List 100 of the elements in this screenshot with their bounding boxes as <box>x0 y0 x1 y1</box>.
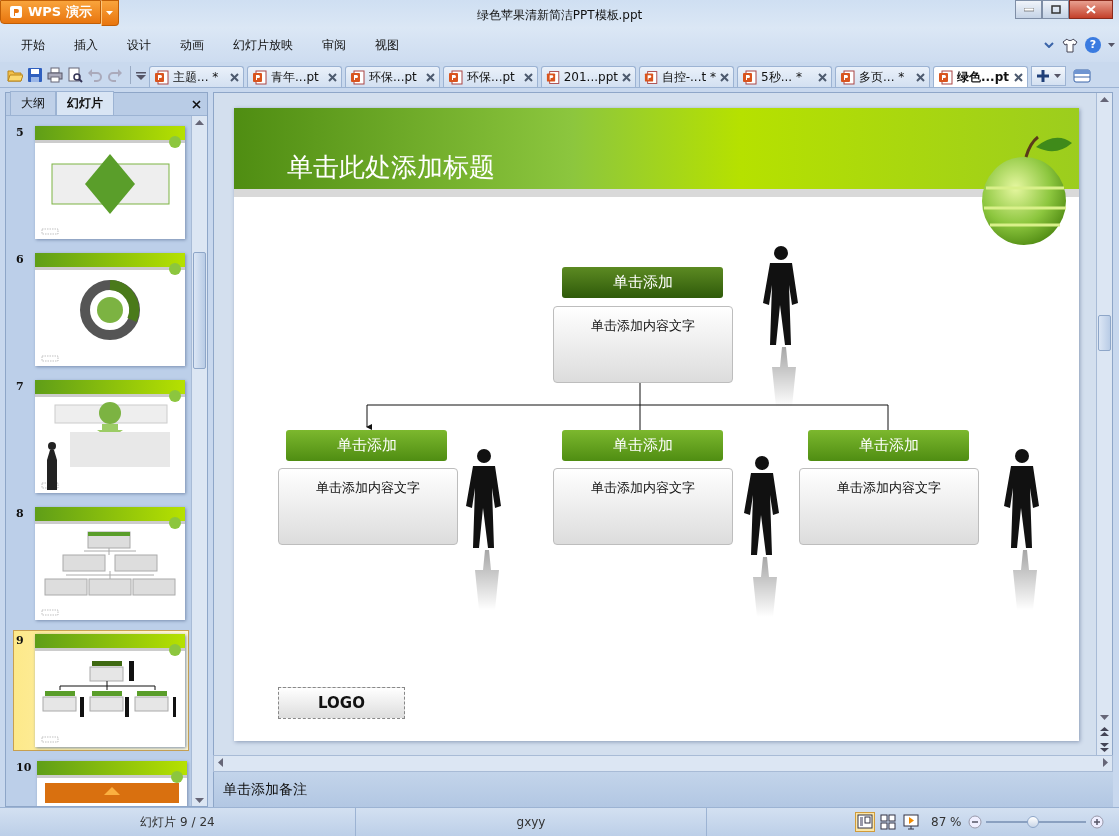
slide-thumbnail-item[interactable]: 5 <box>13 122 189 243</box>
node-text-box[interactable]: 单击添加内容文字 <box>278 468 458 545</box>
notes-field[interactable]: 单击添加备注 <box>214 780 307 799</box>
right-arrow-icon <box>1103 757 1108 767</box>
horizontal-scrollbar[interactable] <box>213 755 1113 772</box>
document-tab[interactable]: 5秒... * <box>737 66 832 87</box>
close-icon[interactable] <box>192 100 201 109</box>
close-icon[interactable] <box>818 72 827 82</box>
print-preview-icon[interactable] <box>67 67 83 83</box>
slideshow-icon <box>903 814 919 830</box>
new-tab-button[interactable] <box>1031 66 1066 86</box>
close-button[interactable] <box>1069 0 1113 19</box>
normal-view-icon <box>857 814 873 830</box>
slide-number: 9 <box>16 634 25 647</box>
node-heading[interactable]: 单击添加 <box>562 267 723 298</box>
menu-tab[interactable]: 开始 <box>10 32 56 58</box>
menu-tab[interactable]: 视图 <box>364 32 410 58</box>
shirt-icon[interactable] <box>1062 37 1078 53</box>
up-arrow-icon <box>195 120 204 125</box>
panel-tab[interactable]: 大纲 <box>10 91 56 115</box>
zoom-in-icon[interactable] <box>1089 815 1104 829</box>
node-text-box[interactable]: 单击添加内容文字 <box>799 468 979 545</box>
window-title: 绿色苹果清新简洁PPT模板.ppt <box>476 7 643 24</box>
presentation-file-icon <box>154 69 169 85</box>
slider-thumb[interactable] <box>1026 816 1039 828</box>
zoom-out-icon[interactable] <box>967 815 982 829</box>
document-tab[interactable]: 环保...pt <box>443 66 538 87</box>
slide-thumbnail-item[interactable]: 9 <box>13 630 189 751</box>
help-button[interactable]: ? <box>1085 37 1101 53</box>
plus-icon <box>1036 69 1050 83</box>
window-layout-icon[interactable] <box>1073 69 1091 83</box>
down-arrow-icon <box>1100 715 1109 720</box>
theme-name: gxyy <box>356 808 707 836</box>
slide-number: 6 <box>16 253 25 266</box>
dropdown-button[interactable] <box>100 0 119 26</box>
presentation-file-icon <box>742 69 757 85</box>
presentation-file-icon <box>938 69 953 85</box>
scroll-thumb[interactable] <box>1098 315 1111 351</box>
save-icon[interactable] <box>27 67 43 83</box>
close-icon[interactable] <box>1014 72 1023 82</box>
presentation-file-icon <box>840 69 855 85</box>
document-tab[interactable]: 绿色...pt <box>933 66 1028 87</box>
close-icon[interactable] <box>328 72 337 82</box>
logo-placeholder[interactable]: LOGO <box>278 687 405 719</box>
view-button[interactable] <box>855 812 875 832</box>
dropdown-icon[interactable] <box>136 72 146 80</box>
menu-tab[interactable]: 设计 <box>116 32 162 58</box>
slide-thumbnail-item[interactable]: 10 <box>13 757 189 806</box>
presentation-file-icon <box>252 69 267 85</box>
slide-number: 7 <box>16 380 25 393</box>
close-icon[interactable] <box>524 72 533 82</box>
caret-icon[interactable] <box>1108 43 1115 47</box>
document-tab[interactable]: 青年...pt <box>247 66 342 87</box>
minimize-button[interactable] <box>1015 0 1042 19</box>
presentation-file-icon <box>644 69 658 85</box>
caret-icon <box>1054 74 1061 78</box>
document-tab[interactable]: 主题... * <box>149 66 244 87</box>
menu-tab[interactable]: 幻灯片放映 <box>222 32 304 58</box>
document-tab[interactable]: 多页... * <box>835 66 930 87</box>
menu-tab[interactable]: 审阅 <box>311 32 357 58</box>
presentation-icon <box>9 5 23 19</box>
panel-tab[interactable]: 幻灯片 <box>56 91 114 115</box>
caret-icon <box>106 11 114 15</box>
close-icon[interactable] <box>720 72 729 82</box>
printer-icon[interactable] <box>47 67 63 83</box>
menu-tab[interactable]: 动画 <box>169 32 215 58</box>
previous-slide-icon[interactable] <box>1100 727 1109 736</box>
slide-counter: 幻灯片 9 / 24 <box>0 808 356 836</box>
view-button[interactable] <box>878 812 898 832</box>
slide-thumbnail-item[interactable]: 6 <box>13 249 189 370</box>
document-tab[interactable]: 自控-...t * <box>639 66 734 87</box>
close-icon[interactable] <box>916 72 925 82</box>
down-arrow-icon <box>195 798 204 803</box>
close-icon <box>1086 5 1096 14</box>
node-text-box[interactable]: 单击添加内容文字 <box>553 306 733 383</box>
menu-tab[interactable]: 插入 <box>63 32 109 58</box>
close-icon[interactable] <box>622 72 631 82</box>
close-icon[interactable] <box>426 72 435 82</box>
restore-icon <box>1050 5 1061 14</box>
document-tab[interactable]: 环保...pt <box>345 66 440 87</box>
close-icon[interactable] <box>230 72 239 82</box>
document-tab[interactable]: 201...ppt <box>541 66 636 87</box>
chevron-down-icon[interactable] <box>1044 42 1054 48</box>
presentation-file-icon <box>546 69 560 85</box>
slide-number: 10 <box>16 761 32 774</box>
slide-thumbnail-item[interactable]: 7 <box>13 376 189 497</box>
left-arrow-icon <box>218 757 223 767</box>
scrollbar[interactable] <box>1096 93 1112 755</box>
slide-number: 5 <box>16 126 25 139</box>
scrollbar[interactable] <box>191 116 207 806</box>
next-slide-icon[interactable] <box>1100 743 1109 752</box>
zoom-percentage: 87 % <box>931 815 962 829</box>
node-text-box[interactable]: 单击添加内容文字 <box>553 468 733 545</box>
minimize-icon <box>1023 7 1034 12</box>
scroll-thumb[interactable] <box>193 252 206 369</box>
slide-thumbnail-item[interactable]: 8 <box>13 503 189 624</box>
presentation-file-icon <box>350 69 365 85</box>
maximize-button[interactable] <box>1042 0 1069 19</box>
slide-number: 8 <box>16 507 25 520</box>
view-button[interactable] <box>901 812 921 832</box>
